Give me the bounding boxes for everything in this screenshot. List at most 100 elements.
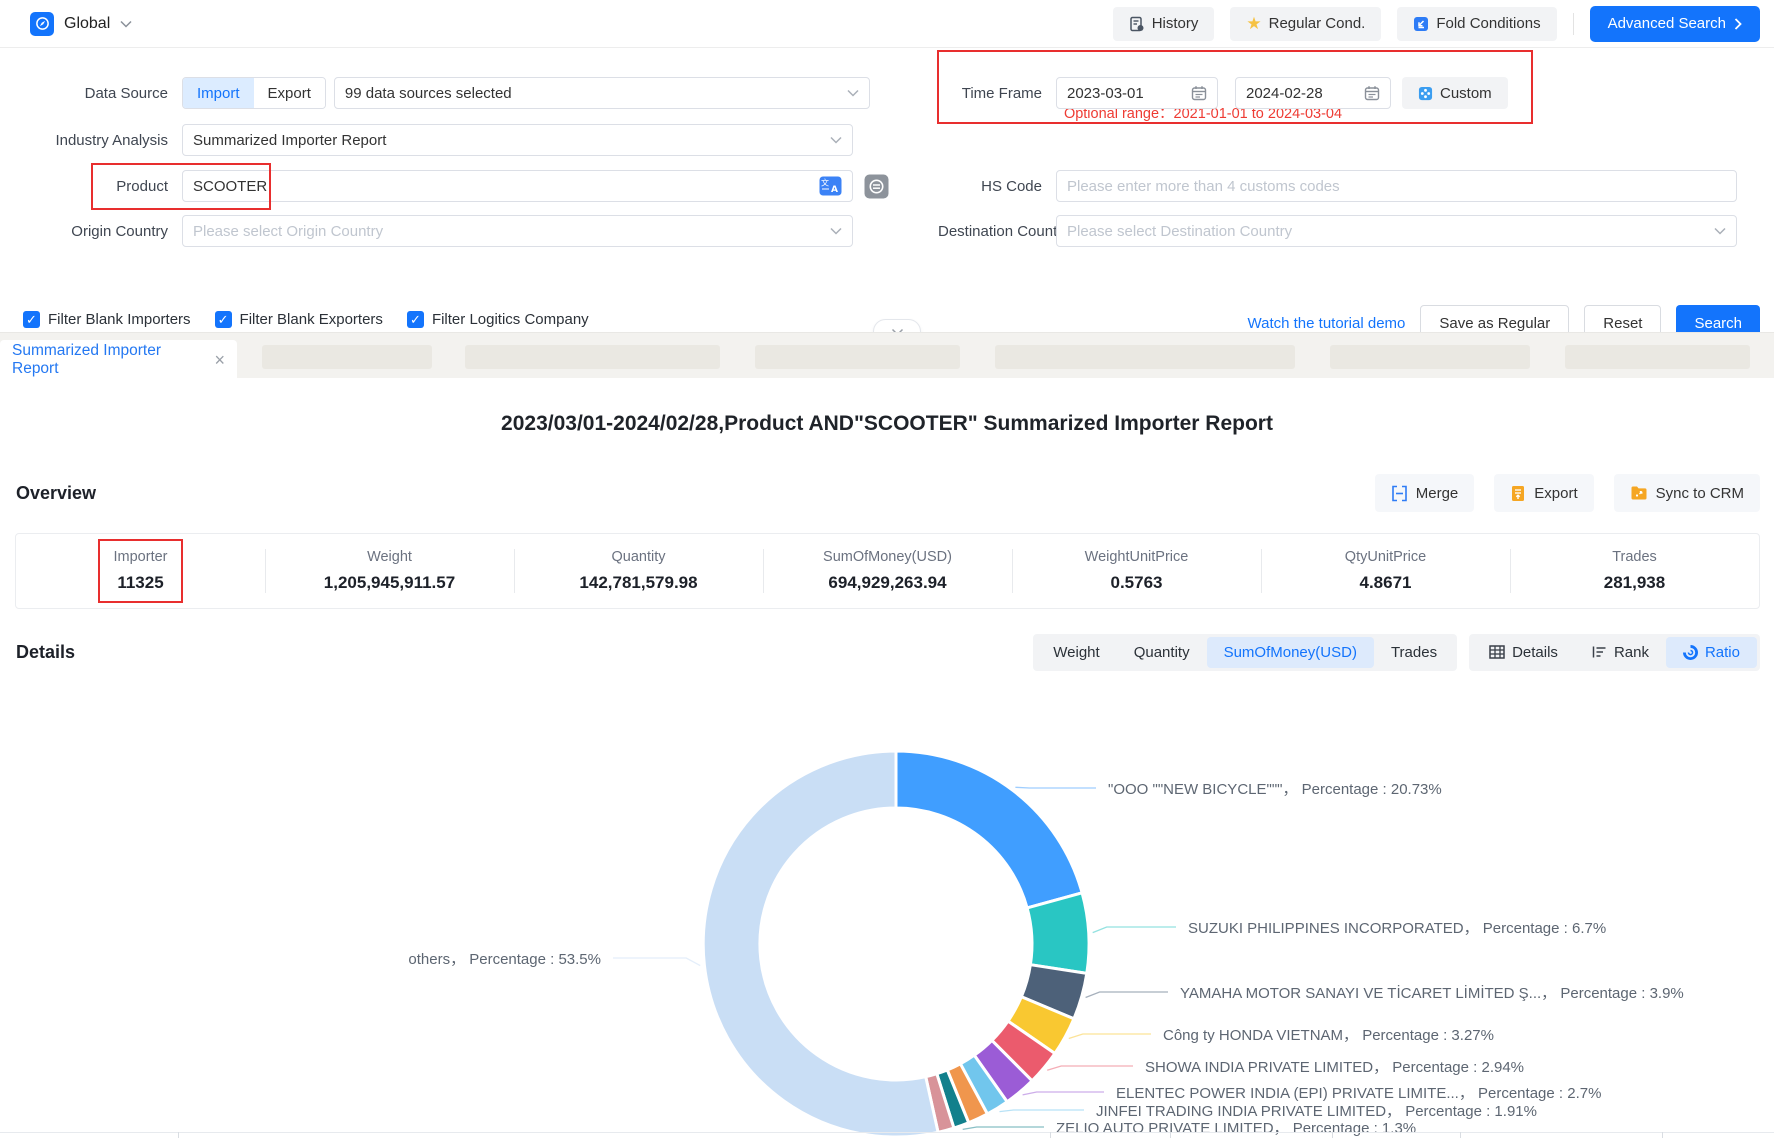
- stat-quantity: Quantity142,781,579.98: [514, 543, 763, 599]
- filter-logitics-company-checkbox[interactable]: ✓ Filter Logitics Company: [407, 311, 589, 328]
- merge-icon: [1391, 485, 1408, 502]
- chart-slice-label: ZELIO AUTO PRIVATE LIMITED， Percentage :…: [1056, 1117, 1416, 1138]
- origin-country-label: Origin Country: [0, 223, 182, 240]
- hs-code-label: HS Code: [938, 178, 1056, 195]
- fuzzy-match-icon[interactable]: [864, 174, 889, 199]
- rank-icon: [1592, 645, 1607, 659]
- chart-slice-label: SUZUKI PHILIPPINES INCORPORATED， Percent…: [1188, 917, 1606, 938]
- ratio-donut-icon: [1683, 645, 1698, 660]
- topbar: Global History ★ Regular Cond. Fold Cond…: [0, 0, 1774, 48]
- chart-slice-label: SHOWA INDIA PRIVATE LIMITED， Percentage …: [1145, 1056, 1524, 1077]
- chart-slice-label: "OOO ""NEW BICYCLE"""， Percentage : 20.7…: [1108, 778, 1442, 799]
- chart-slice-label: YAMAHA MOTOR SANAYI VE TİCARET LİMİTED Ş…: [1180, 982, 1684, 1003]
- table-tick: [1332, 1132, 1333, 1138]
- chevron-down-icon[interactable]: [120, 20, 132, 28]
- report-title: 2023/03/01-2024/02/28,Product AND"SCOOTE…: [0, 412, 1774, 436]
- stat-qty-unit-price: QtyUnitPrice4.8671: [1261, 543, 1510, 599]
- view-tab-details[interactable]: Details: [1472, 637, 1575, 668]
- merge-button[interactable]: Merge: [1375, 474, 1475, 512]
- metric-tab-weight[interactable]: Weight: [1036, 637, 1116, 668]
- chart-slice-label: Công ty HONDA VIETNAM， Percentage : 3.27…: [1163, 1024, 1494, 1045]
- ratio-donut-chart[interactable]: "OOO ""NEW BICYCLE"""， Percentage : 20.7…: [0, 680, 1774, 1139]
- product-input[interactable]: SCOOTER 文A: [182, 170, 853, 202]
- metric-tab-sum-of-money[interactable]: SumOfMoney(USD): [1207, 637, 1374, 668]
- advanced-search-button[interactable]: Advanced Search: [1590, 6, 1760, 42]
- overview-stats-card: Importer11325 Weight1,205,945,911.57 Qua…: [15, 533, 1760, 609]
- import-tab[interactable]: Import: [183, 78, 254, 108]
- app-logo: [30, 12, 54, 36]
- report-tabstrip: Summarized Importer Report ×: [0, 332, 1774, 378]
- redacted-area: [1330, 345, 1530, 369]
- destination-country-label: Destination Country: [938, 223, 1056, 240]
- checkbox-checked-icon: ✓: [23, 311, 40, 328]
- chevron-down-icon: [830, 227, 842, 235]
- tutorial-demo-link[interactable]: Watch the tutorial demo: [1248, 315, 1406, 332]
- region-selector-label[interactable]: Global: [64, 15, 110, 33]
- custom-icon: [1418, 86, 1433, 101]
- next-table-top-border: [0, 1132, 1774, 1133]
- close-icon[interactable]: ×: [214, 351, 225, 369]
- filter-blank-exporters-checkbox[interactable]: ✓ Filter Blank Exporters: [215, 311, 383, 328]
- chevron-down-icon: [847, 89, 859, 97]
- redacted-area: [995, 345, 1295, 369]
- redacted-area: [755, 345, 960, 369]
- chevron-down-icon: [830, 136, 842, 144]
- sync-to-crm-button[interactable]: Sync to CRM: [1614, 474, 1760, 512]
- stat-weight: Weight1,205,945,911.57: [265, 543, 514, 599]
- stat-trades: Trades281,938: [1510, 543, 1759, 599]
- redacted-area: [262, 345, 432, 369]
- fold-conditions-button[interactable]: Fold Conditions: [1397, 7, 1556, 41]
- product-label: Product: [0, 178, 182, 195]
- data-sources-select[interactable]: 99 data sources selected: [334, 77, 870, 109]
- tab-summarized-importer-report[interactable]: Summarized Importer Report ×: [0, 340, 237, 379]
- overview-heading: Overview: [16, 483, 96, 504]
- date-to-input[interactable]: 2024-02-28: [1235, 77, 1391, 109]
- table-tick: [1050, 1132, 1051, 1138]
- chart-slice-label: others， Percentage : 53.5%: [361, 948, 601, 969]
- crm-folder-icon: [1630, 485, 1648, 501]
- chevron-down-icon: [1714, 227, 1726, 235]
- divider: [1573, 13, 1574, 35]
- view-toggle-group: Details Rank Ratio: [1469, 634, 1760, 671]
- table-tick: [1170, 1132, 1171, 1138]
- time-frame-label: Time Frame: [938, 85, 1056, 102]
- svg-text:A: A: [831, 185, 838, 195]
- search-form: Data Source Import Export 99 data source…: [0, 49, 1774, 332]
- history-icon: [1129, 16, 1145, 32]
- metric-tab-trades[interactable]: Trades: [1374, 637, 1454, 668]
- table-tick: [1662, 1132, 1663, 1138]
- custom-range-button[interactable]: Custom: [1402, 77, 1508, 109]
- stat-importer: Importer11325: [16, 543, 265, 599]
- trade-data-app: Global History ★ Regular Cond. Fold Cond…: [0, 0, 1774, 1139]
- data-source-toggle: Import Export: [182, 77, 326, 109]
- report-content: 2023/03/01-2024/02/28,Product AND"SCOOTE…: [0, 378, 1774, 1139]
- data-source-label: Data Source: [0, 85, 182, 102]
- industry-analysis-label: Industry Analysis: [0, 132, 182, 149]
- view-tab-ratio[interactable]: Ratio: [1666, 637, 1757, 668]
- regular-cond-button[interactable]: ★ Regular Cond.: [1230, 7, 1381, 41]
- export-file-icon: [1510, 485, 1526, 502]
- fold-icon: [1413, 16, 1429, 32]
- filter-blank-importers-checkbox[interactable]: ✓ Filter Blank Importers: [23, 311, 191, 328]
- industry-analysis-select[interactable]: Summarized Importer Report: [182, 124, 853, 156]
- destination-country-select[interactable]: Please select Destination Country: [1056, 215, 1737, 247]
- chevron-right-icon: [1734, 18, 1742, 30]
- history-button[interactable]: History: [1113, 7, 1215, 41]
- stat-weight-unit-price: WeightUnitPrice0.5763: [1012, 543, 1261, 599]
- export-button[interactable]: Export: [1494, 474, 1593, 512]
- hs-code-input[interactable]: Please enter more than 4 customs codes: [1056, 170, 1737, 202]
- metric-toggle-group: Weight Quantity SumOfMoney(USD) Trades: [1033, 634, 1457, 671]
- calendar-icon: [1364, 85, 1380, 101]
- metric-tab-quantity[interactable]: Quantity: [1117, 637, 1207, 668]
- origin-country-select[interactable]: Please select Origin Country: [182, 215, 853, 247]
- calendar-icon: [1191, 85, 1207, 101]
- svg-text:文: 文: [821, 178, 829, 188]
- redacted-area: [465, 345, 720, 369]
- table-tick: [1460, 1132, 1461, 1138]
- date-from-input[interactable]: 2023-03-01: [1056, 77, 1218, 109]
- stat-sum-of-money: SumOfMoney(USD)694,929,263.94: [763, 543, 1012, 599]
- table-icon: [1489, 645, 1505, 659]
- view-tab-rank[interactable]: Rank: [1575, 637, 1666, 668]
- translate-icon[interactable]: 文A: [819, 176, 842, 196]
- export-tab[interactable]: Export: [254, 78, 325, 108]
